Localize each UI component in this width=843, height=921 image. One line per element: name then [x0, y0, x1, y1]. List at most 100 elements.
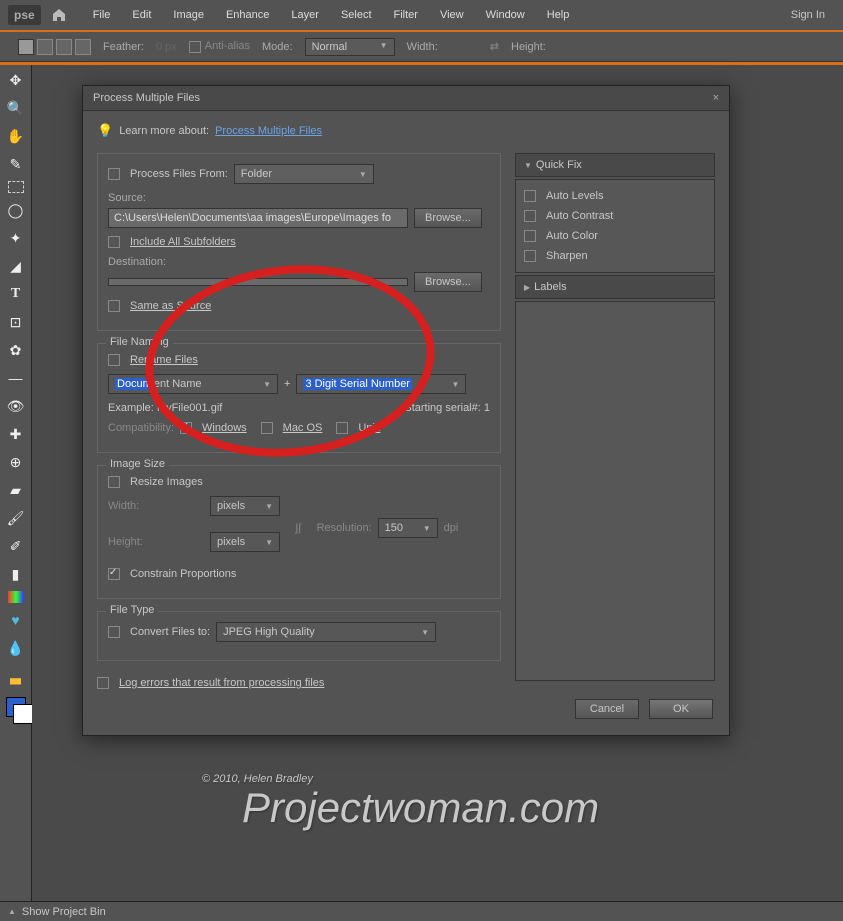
zoom-tool-icon[interactable]: 🔍: [5, 97, 27, 119]
resolution-select[interactable]: 150 ▼: [378, 518, 438, 538]
format-select[interactable]: JPEG High Quality▼: [216, 622, 436, 642]
link-icon: ⌋⌈: [294, 522, 303, 535]
chevron-down-icon: ▼: [380, 41, 388, 53]
menu-edit[interactable]: Edit: [122, 3, 161, 27]
process-from-value: Folder: [241, 168, 272, 180]
options-bar: Feather: 0 px Anti-alias Mode: Normal▼ W…: [0, 32, 843, 62]
blur-tool-icon[interactable]: 💧: [5, 637, 27, 659]
home-icon[interactable]: [49, 5, 69, 25]
chevron-up-icon[interactable]: ▲: [8, 907, 16, 916]
lasso-tool-icon[interactable]: ◯: [5, 199, 27, 221]
paint-bucket-icon[interactable]: ▮: [5, 563, 27, 585]
process-from-checkbox[interactable]: [108, 168, 120, 180]
example-label: Example:: [108, 402, 154, 414]
sharpen-checkbox[interactable]: [524, 250, 536, 262]
labels-title: Labels: [534, 281, 566, 293]
clone-tool-icon[interactable]: ⊕: [5, 451, 27, 473]
smart-brush-icon[interactable]: ✐: [5, 535, 27, 557]
destination-browse-button[interactable]: Browse...: [414, 272, 482, 292]
name-part2-select[interactable]: 3 Digit Serial Number▼: [296, 374, 466, 394]
resize-images-checkbox[interactable]: [108, 476, 120, 488]
height-unit-select[interactable]: pixels▼: [210, 532, 280, 552]
wand-tool-icon[interactable]: ✦: [5, 227, 27, 249]
source-label: Source:: [108, 192, 490, 204]
include-subfolders-checkbox[interactable]: [108, 236, 120, 248]
plus-label: +: [284, 378, 290, 390]
marquee-tool-icon[interactable]: [8, 181, 24, 193]
marquee-intersect[interactable]: [75, 39, 91, 55]
dpi-label: dpi: [444, 522, 459, 534]
compat-windows-checkbox[interactable]: [180, 422, 192, 434]
labels-header[interactable]: ▶Labels: [515, 275, 715, 299]
convert-checkbox[interactable]: [108, 626, 120, 638]
source-browse-button[interactable]: Browse...: [414, 208, 482, 228]
menu-layer[interactable]: Layer: [281, 3, 329, 27]
format-value: JPEG High Quality: [223, 626, 315, 638]
eraser-tool-icon[interactable]: ▰: [5, 479, 27, 501]
auto-levels-checkbox[interactable]: [524, 190, 536, 202]
sign-in[interactable]: Sign In: [781, 3, 835, 27]
sponge-tool-icon[interactable]: ▃: [5, 665, 27, 687]
menu-window[interactable]: Window: [476, 3, 535, 27]
hand-tool-icon[interactable]: ✋: [5, 125, 27, 147]
source-path-input[interactable]: C:\Users\Helen\Documents\aa images\Europ…: [108, 208, 408, 228]
close-icon[interactable]: ×: [713, 92, 719, 104]
auto-contrast-checkbox[interactable]: [524, 210, 536, 222]
project-bin-toggle[interactable]: Show Project Bin: [22, 906, 106, 918]
image-size-fieldset: Image Size Resize Images Width:pixels▼ H…: [97, 465, 501, 599]
type-tool-icon[interactable]: T: [5, 283, 27, 305]
ok-button[interactable]: OK: [649, 699, 713, 719]
same-as-source-label: Same as Source: [130, 300, 211, 312]
height-unit: pixels: [217, 536, 245, 548]
shape-tool-icon[interactable]: ♥: [5, 609, 27, 631]
hint-link[interactable]: Process Multiple Files: [215, 125, 322, 137]
brush-tool-icon[interactable]: 🖌: [5, 507, 27, 529]
rename-files-checkbox[interactable]: [108, 354, 120, 366]
mode-select[interactable]: Normal ▼: [305, 38, 395, 56]
compat-unix-checkbox[interactable]: [336, 422, 348, 434]
menu-select[interactable]: Select: [331, 3, 382, 27]
menu-image[interactable]: Image: [163, 3, 214, 27]
resolution-value: 150: [385, 522, 403, 534]
gradient-tool-icon[interactable]: [8, 591, 24, 603]
selection-tool-icon[interactable]: ◢: [5, 255, 27, 277]
width-unit-select[interactable]: pixels▼: [210, 496, 280, 516]
menu-enhance[interactable]: Enhance: [216, 3, 279, 27]
destination-path-input[interactable]: [108, 278, 408, 286]
marquee-add[interactable]: [37, 39, 53, 55]
swap-icon[interactable]: ⇄: [490, 40, 499, 53]
auto-color-checkbox[interactable]: [524, 230, 536, 242]
mode-value: Normal: [312, 41, 347, 53]
name-part1-select[interactable]: Document Name▼: [108, 374, 278, 394]
chevron-down-icon: ▼: [359, 170, 367, 179]
cookie-cutter-icon[interactable]: ✿: [5, 339, 27, 361]
menu-view[interactable]: View: [430, 3, 474, 27]
menu-file[interactable]: File: [83, 3, 121, 27]
crop-tool-icon[interactable]: ⊡: [5, 311, 27, 333]
marquee-subtract[interactable]: [56, 39, 72, 55]
quickfix-title: Quick Fix: [536, 159, 582, 171]
compat-mac-checkbox[interactable]: [261, 422, 273, 434]
compat-windows-label: Windows: [202, 422, 247, 434]
lightbulb-icon: 💡: [97, 123, 113, 139]
menu-help[interactable]: Help: [537, 3, 580, 27]
quickfix-header[interactable]: ▼Quick Fix: [515, 153, 715, 177]
move-tool-icon[interactable]: ✥: [5, 69, 27, 91]
constrain-checkbox[interactable]: [108, 568, 120, 580]
process-from-select[interactable]: Folder ▼: [234, 164, 374, 184]
marquee-new[interactable]: [18, 39, 34, 55]
redeye-tool-icon[interactable]: 👁: [5, 395, 27, 417]
eyedropper-tool-icon[interactable]: ✎: [5, 153, 27, 175]
cancel-button[interactable]: Cancel: [575, 699, 639, 719]
resize-images-label: Resize Images: [130, 476, 203, 488]
serial-value[interactable]: 1: [484, 402, 490, 414]
healing-tool-icon[interactable]: ✚: [5, 423, 27, 445]
height-label: Height:: [511, 41, 546, 53]
color-swatches[interactable]: [6, 697, 26, 717]
log-errors-checkbox[interactable]: [97, 677, 109, 689]
chevron-down-icon: ▼: [423, 524, 431, 533]
same-as-source-checkbox[interactable]: [108, 300, 120, 312]
antialias-checkbox[interactable]: [189, 41, 201, 53]
straighten-tool-icon[interactable]: —: [5, 367, 27, 389]
menu-filter[interactable]: Filter: [384, 3, 428, 27]
